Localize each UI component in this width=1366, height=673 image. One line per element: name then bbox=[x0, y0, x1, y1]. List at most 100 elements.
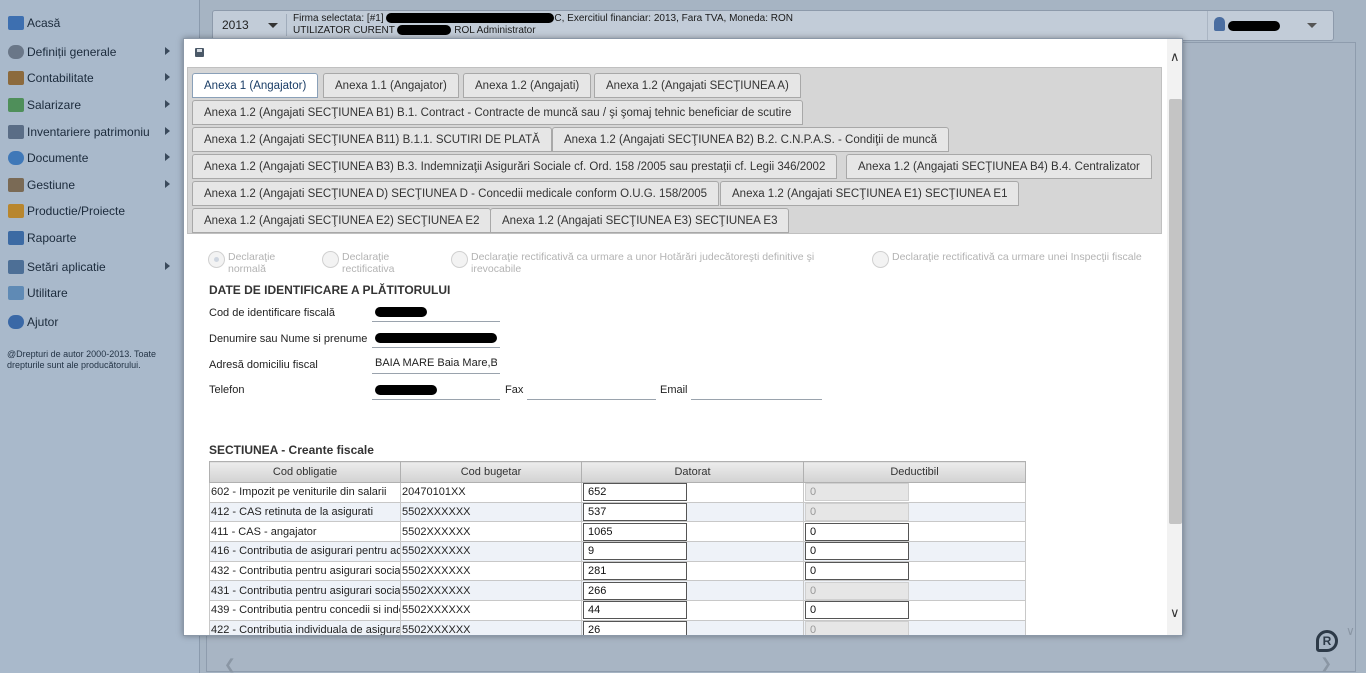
tab-anexa-1-2-e2[interactable]: Anexa 1.2 (Angajati SECŢIUNEA E2) SECŢIU… bbox=[192, 208, 492, 233]
tab-anexa-1-1[interactable]: Anexa 1.1 (Angajator) bbox=[323, 73, 459, 98]
table-row: 422 - Contributia individuala de asigura… bbox=[209, 619, 1026, 635]
datorat-input[interactable] bbox=[583, 542, 687, 561]
address-field[interactable] bbox=[372, 352, 500, 374]
declaration-type-normal[interactable]: Declaraţie normală bbox=[208, 251, 298, 275]
declaration-type-hotarari[interactable]: Declaraţie rectificativă ca urmare a uno… bbox=[451, 251, 851, 275]
sidebar-item-productie[interactable]: Productie/Proiecte bbox=[8, 200, 194, 222]
datorat-input[interactable] bbox=[583, 621, 687, 635]
radio-label: Declaraţie rectificativă ca urmare unei … bbox=[892, 251, 1142, 263]
dialog-vertical-scrollbar[interactable]: ∧ ∨ bbox=[1167, 39, 1182, 635]
column-header[interactable]: Cod bugetar bbox=[400, 461, 582, 483]
sidebar-item-label: Ajutor bbox=[27, 315, 59, 329]
tab-anexa-1-2-e1[interactable]: Anexa 1.2 (Angajati SECŢIUNEA E1) SECŢIU… bbox=[720, 181, 1020, 206]
chevron-down-icon bbox=[268, 23, 278, 28]
fax-label: Fax bbox=[505, 384, 524, 396]
sidebar-item-rapoarte[interactable]: Rapoarte bbox=[8, 227, 194, 249]
datorat-cell bbox=[581, 501, 804, 523]
scroll-right-icon[interactable]: ❯ bbox=[1320, 655, 1332, 672]
help-icon bbox=[8, 315, 24, 329]
tab-anexa-1-2-b11[interactable]: Anexa 1.2 (Angajati SECŢIUNEA B11) B.1.1… bbox=[192, 127, 552, 152]
scroll-down-icon[interactable]: ∨ bbox=[1346, 624, 1355, 638]
tab-anexa-1-2-b2[interactable]: Anexa 1.2 (Angajati SECŢIUNEA B2) B.2. C… bbox=[552, 127, 950, 152]
tab-anexa-1-2[interactable]: Anexa 1.2 (Angajati) bbox=[463, 73, 592, 98]
tab-anexa-1-2-b4[interactable]: Anexa 1.2 (Angajati SECŢIUNEA B4) B.4. C… bbox=[846, 154, 1152, 179]
scroll-left-icon[interactable]: ❮ bbox=[224, 656, 236, 673]
deductibil-input[interactable] bbox=[805, 522, 909, 541]
scrollbar-thumb[interactable] bbox=[1169, 99, 1182, 524]
sidebar-item-salarizare[interactable]: Salarizare bbox=[8, 94, 194, 116]
tab-anexa-1-2-a[interactable]: Anexa 1.2 (Angajati SECŢIUNEA A) bbox=[594, 73, 801, 98]
sidebar-item-inventariere[interactable]: Inventariere patrimoniu bbox=[8, 121, 194, 143]
datorat-input[interactable] bbox=[583, 562, 687, 580]
chevron-up-icon[interactable]: ∧ bbox=[1170, 49, 1180, 65]
radio-button[interactable] bbox=[322, 251, 339, 268]
deductibil-input[interactable] bbox=[805, 562, 909, 580]
sidebar-item-utilitare[interactable]: Utilitare bbox=[8, 282, 194, 304]
table-header-row: Cod obligatie Cod bugetar Datorat Deduct… bbox=[209, 461, 1026, 483]
datorat-input[interactable] bbox=[583, 522, 687, 541]
redacted-username bbox=[1228, 21, 1280, 31]
tab-anexa-1-2-b1[interactable]: Anexa 1.2 (Angajati SECŢIUNEA B1) B.1. C… bbox=[192, 100, 804, 125]
sidebar-item-gestiune[interactable]: Gestiune bbox=[8, 174, 194, 196]
declaration-type-inspectii[interactable]: Declaraţie rectificativă ca urmare unei … bbox=[872, 251, 1142, 268]
cod-bugetar-cell: 5502XXXXXX bbox=[400, 580, 582, 602]
declaration-form: Declaraţie normală Declaraţie rectificat… bbox=[187, 235, 1162, 635]
deductibil-input bbox=[805, 581, 909, 600]
name-field[interactable] bbox=[372, 326, 500, 348]
cod-bugetar-cell: 5502XXXXXX bbox=[400, 600, 582, 621]
chevron-right-icon bbox=[165, 262, 170, 270]
app-logo-icon: R bbox=[1316, 630, 1338, 652]
chevron-down-icon[interactable]: ∨ bbox=[1170, 605, 1180, 621]
sidebar-item-setari[interactable]: Setări aplicatie bbox=[8, 256, 194, 278]
sidebar-item-ajutor[interactable]: Ajutor bbox=[8, 311, 194, 333]
chevron-right-icon bbox=[165, 180, 170, 188]
sidebar-item-label: Acasă bbox=[27, 16, 61, 30]
datorat-input[interactable] bbox=[583, 601, 687, 620]
tab-anexa-1[interactable]: Anexa 1 (Angajator) bbox=[192, 73, 319, 98]
tab-anexa-1-2-d[interactable]: Anexa 1.2 (Angajati SECŢIUNEA D) SECŢIUN… bbox=[192, 181, 720, 206]
email-field[interactable] bbox=[691, 378, 822, 400]
sidebar-item-label: Inventariere patrimoniu bbox=[27, 125, 150, 139]
deductibil-input[interactable] bbox=[805, 542, 909, 561]
column-header[interactable]: Datorat bbox=[581, 461, 804, 483]
chevron-down-icon bbox=[1307, 23, 1317, 28]
datorat-input[interactable] bbox=[583, 503, 687, 521]
radio-button[interactable] bbox=[872, 251, 889, 268]
datorat-input[interactable] bbox=[583, 581, 687, 600]
save-icon[interactable] bbox=[195, 48, 204, 57]
user-line-suffix: ROL Administrator bbox=[454, 25, 536, 36]
sidebar-item-contabilitate[interactable]: Contabilitate bbox=[8, 67, 194, 89]
phone-field[interactable] bbox=[372, 378, 500, 400]
sidebar-item-label: Definiții generale bbox=[27, 45, 117, 59]
deductibil-input[interactable] bbox=[805, 601, 909, 620]
name-label: Denumire sau Nume si prenume bbox=[209, 333, 368, 345]
sidebar-item-home[interactable]: Acasă bbox=[8, 12, 194, 34]
year-select[interactable]: 2013 bbox=[217, 14, 287, 36]
fax-field[interactable] bbox=[527, 378, 656, 400]
datorat-input[interactable] bbox=[583, 483, 687, 502]
user-menu[interactable] bbox=[1207, 11, 1333, 40]
sidebar-item-documente[interactable]: Documente bbox=[8, 147, 194, 169]
sidebar-item-label: Setări aplicatie bbox=[27, 260, 106, 274]
cod-obligatie-cell: 432 - Contributia pentru asigurari socia… bbox=[209, 560, 401, 582]
user-icon bbox=[1214, 17, 1225, 31]
sidebar-item-definitii[interactable]: Definiții generale bbox=[8, 41, 194, 63]
radio-button[interactable] bbox=[451, 251, 468, 268]
chevron-right-icon bbox=[165, 47, 170, 55]
firm-info: Firma selectata: [#1] C, Exercitiul fina… bbox=[293, 13, 793, 37]
column-header[interactable]: Deductibil bbox=[803, 461, 1026, 483]
declaration-type-rectificativa[interactable]: Declaraţie rectificativa bbox=[322, 251, 412, 275]
redacted-cif bbox=[375, 307, 427, 318]
tab-anexa-1-2-e3[interactable]: Anexa 1.2 (Angajati SECŢIUNEA E3) SECŢIU… bbox=[490, 208, 790, 233]
deductibil-cell bbox=[803, 482, 1026, 503]
cod-obligatie-cell: 416 - Contributia de asigurari pentru ac… bbox=[209, 541, 401, 562]
radio-button[interactable] bbox=[208, 251, 225, 268]
tab-anexa-1-2-b3[interactable]: Anexa 1.2 (Angajati SECŢIUNEA B3) B.3. I… bbox=[192, 154, 838, 179]
datorat-cell bbox=[581, 619, 804, 635]
horizontal-scrollbar[interactable]: ❮ ❯ bbox=[206, 652, 1340, 673]
datorat-cell bbox=[581, 541, 804, 562]
column-header[interactable]: Cod obligatie bbox=[209, 461, 401, 483]
cif-field[interactable] bbox=[372, 300, 500, 322]
redacted-user-name bbox=[397, 25, 452, 36]
table-row: 431 - Contributia pentru asigurari socia… bbox=[209, 580, 1026, 602]
